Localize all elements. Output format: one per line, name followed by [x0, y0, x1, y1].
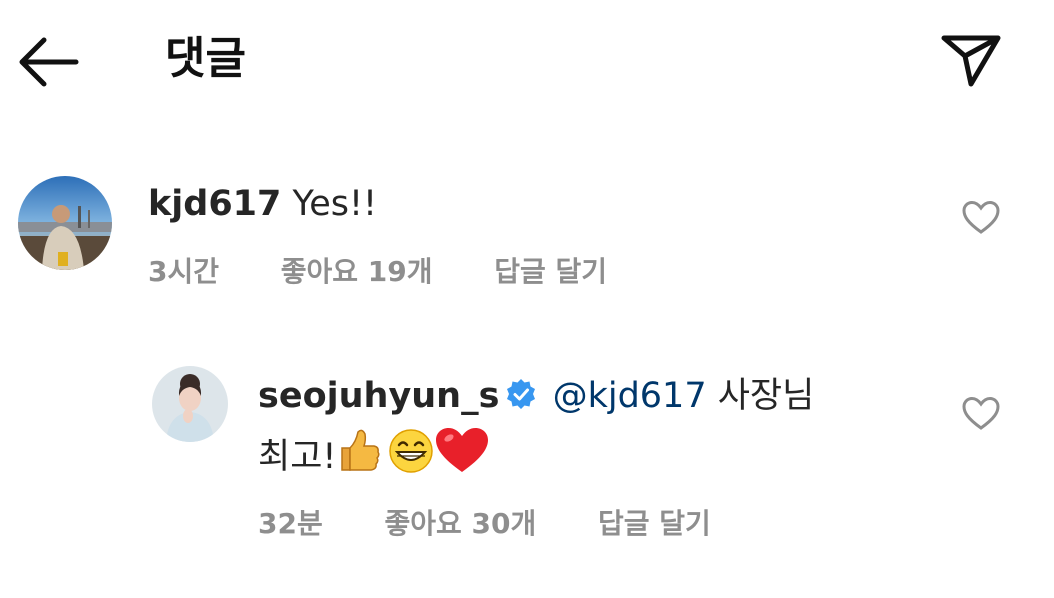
red-heart-icon: [434, 426, 490, 489]
page-title: 댓글: [165, 33, 246, 84]
reply-button[interactable]: 답글 달기: [598, 504, 711, 544]
thumbs-up-icon: [336, 426, 382, 489]
back-button[interactable]: [14, 34, 82, 90]
reply-text-line1: seojuhyun_s @kjd617 사장님: [258, 370, 814, 422]
profile-photo: [152, 366, 228, 442]
comment-item: kjd617 Yes!! 3시간 좋아요 19개 답글 달기: [0, 170, 1054, 310]
top-bar: 댓글: [0, 0, 1054, 120]
reply-body-line1: 사장님: [717, 376, 815, 416]
comment-meta: 3시간 좋아요 19개 답글 달기: [148, 252, 607, 292]
reply-text-line2: 최고!: [258, 426, 490, 489]
heart-outline-icon: [962, 396, 1000, 430]
profile-photo: [18, 176, 112, 270]
like-button[interactable]: [961, 394, 1001, 434]
reply-time: 32분: [258, 507, 323, 540]
verified-badge-icon: [505, 373, 537, 409]
comment-text: kjd617 Yes!!: [148, 178, 377, 230]
reply-likes[interactable]: 좋아요 30개: [384, 504, 536, 544]
comment-likes[interactable]: 좋아요 19개: [281, 252, 433, 292]
reply-username[interactable]: seojuhyun_s: [258, 376, 499, 416]
comment-username[interactable]: kjd617: [148, 184, 281, 224]
reply-body-line2: 최고!: [258, 437, 337, 477]
grinning-face-icon: [388, 428, 434, 489]
paper-plane-icon: [941, 35, 1001, 87]
like-button[interactable]: [961, 198, 1001, 238]
mention-link[interactable]: @kjd617: [553, 376, 707, 416]
comment-body: Yes!!: [292, 184, 378, 224]
avatar[interactable]: [18, 176, 112, 270]
reply-button[interactable]: 답글 달기: [494, 252, 607, 292]
share-button[interactable]: [938, 30, 1004, 90]
comment-time: 3시간: [148, 255, 220, 288]
heart-outline-icon: [962, 200, 1000, 234]
avatar[interactable]: [152, 366, 228, 442]
reply-meta: 32분 좋아요 30개 답글 달기: [258, 504, 711, 544]
arrow-left-icon: [19, 37, 79, 87]
reply-item: seojuhyun_s @kjd617 사장님 최고! 32분 좋아요 30개: [0, 360, 1054, 560]
